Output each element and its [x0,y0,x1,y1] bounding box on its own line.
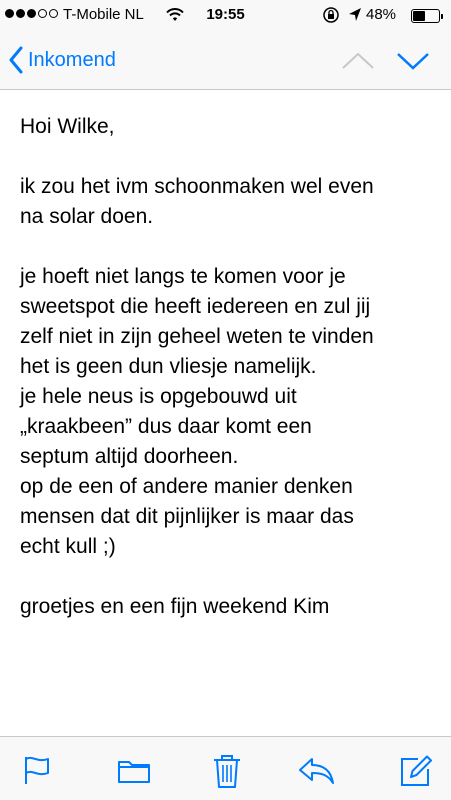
chevron-up-icon [342,52,374,69]
message-line: echt kull ;) [20,535,116,558]
back-button-label: Inkomend [28,48,116,71]
reply-button[interactable] [296,753,336,787]
battery-percentage: 48% [366,6,397,23]
message-closing: groetjes en een fijn weekend Kim [20,595,330,618]
message-line: ik zou het ivm schoonmaken wel even [20,175,374,198]
message-line: „kraakbeen” dus daar komt een [20,415,312,438]
orientation-lock-icon [322,6,340,28]
move-to-folder-button[interactable] [116,753,152,787]
reply-icon [299,758,334,784]
status-bar: T-Mobile NL 19:55 48% [0,0,451,32]
bottom-toolbar [0,736,451,800]
chevron-left-icon [9,46,23,74]
delete-button[interactable] [211,753,245,788]
message-body: Hoi Wilke, ik zou het ivm schoonmaken we… [20,112,438,622]
message-line: sweetspot die heeft iedereen en zul jij [20,295,371,318]
message-line: het is geen dun vliesje namelijk. [20,355,317,378]
battery-icon [411,9,443,23]
trash-icon [214,755,240,788]
message-line: op de een of andere manier denken [20,475,353,498]
message-line: zelf niet in zijn geheel weten te vinden [20,325,374,348]
message-line: na solar doen. [20,205,154,228]
message-line: je hoeft niet langs te komen voor je [20,265,346,288]
chevron-down-icon [397,53,429,70]
next-message-button[interactable] [393,46,433,76]
flag-button[interactable] [20,753,54,787]
message-line: mensen dat dit pijnlijker is maar das [20,505,354,528]
battery-level [413,11,425,21]
folder-icon [118,761,150,783]
message-greeting: Hoi Wilke, [20,115,115,138]
back-button[interactable]: Inkomend [8,44,116,76]
previous-message-button[interactable] [338,46,378,76]
compose-icon [401,755,432,786]
message-line: je hele neus is opgebouwd uit [20,385,297,408]
flag-icon [25,756,49,784]
message-line: septum altijd doorheen. [20,445,239,468]
navigation-bar: Inkomend [0,32,451,90]
location-arrow-icon [348,6,362,28]
compose-button[interactable] [398,753,432,787]
